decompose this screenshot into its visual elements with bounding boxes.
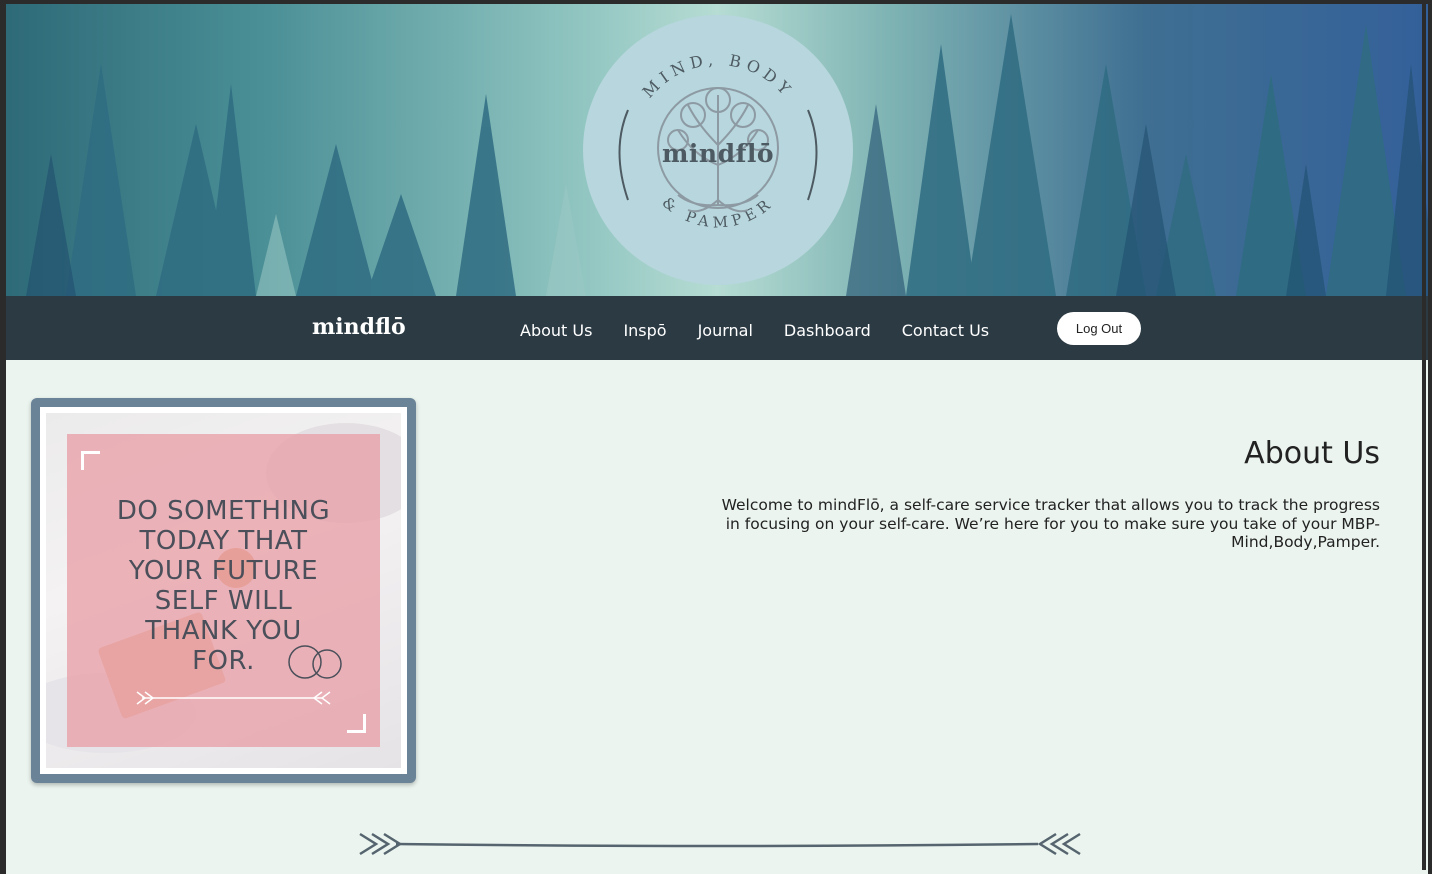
nav-item-contact-us[interactable]: Contact Us bbox=[902, 321, 989, 340]
glasses-icon bbox=[136, 645, 342, 705]
nav-item-journal[interactable]: Journal bbox=[698, 321, 753, 340]
inspiration-photo: DO SOMETHING TODAY THAT YOUR FUTURE SELF… bbox=[46, 413, 401, 768]
badge-top-text: MIND, BODY bbox=[639, 50, 793, 102]
inspiration-card: DO SOMETHING TODAY THAT YOUR FUTURE SELF… bbox=[31, 398, 416, 783]
brand-badge: MIND, BODY & PAMPER mindflō bbox=[583, 15, 853, 285]
window-edge bbox=[1422, 0, 1426, 870]
card-inner-frame: DO SOMETHING TODAY THAT YOUR FUTURE SELF… bbox=[40, 407, 407, 774]
corner-bracket-icon bbox=[347, 714, 366, 733]
nav-item-inspo[interactable]: Inspō bbox=[623, 321, 666, 340]
brand-logo[interactable]: mindflō bbox=[312, 314, 406, 340]
arrow-divider-icon bbox=[359, 832, 1081, 856]
page-frame: MIND, BODY & PAMPER mindflō mindflō Abou… bbox=[6, 4, 1428, 874]
nav-menu: About Us Inspō Journal Dashboard Contact… bbox=[520, 321, 1020, 340]
about-heading: About Us bbox=[1244, 436, 1380, 471]
quote-overlay: DO SOMETHING TODAY THAT YOUR FUTURE SELF… bbox=[67, 434, 380, 747]
about-description: Welcome to mindFlō, a self-care service … bbox=[721, 496, 1380, 551]
logout-button[interactable]: Log Out bbox=[1057, 312, 1141, 345]
main-navbar: mindflō About Us Inspō Journal Dashboard… bbox=[6, 296, 1428, 360]
nav-item-about-us[interactable]: About Us bbox=[520, 321, 592, 340]
hero-banner: MIND, BODY & PAMPER mindflō bbox=[6, 4, 1428, 296]
nav-item-dashboard[interactable]: Dashboard bbox=[784, 321, 871, 340]
badge-title: mindflō bbox=[661, 139, 775, 168]
svg-text:MIND, BODY: MIND, BODY bbox=[639, 50, 798, 102]
